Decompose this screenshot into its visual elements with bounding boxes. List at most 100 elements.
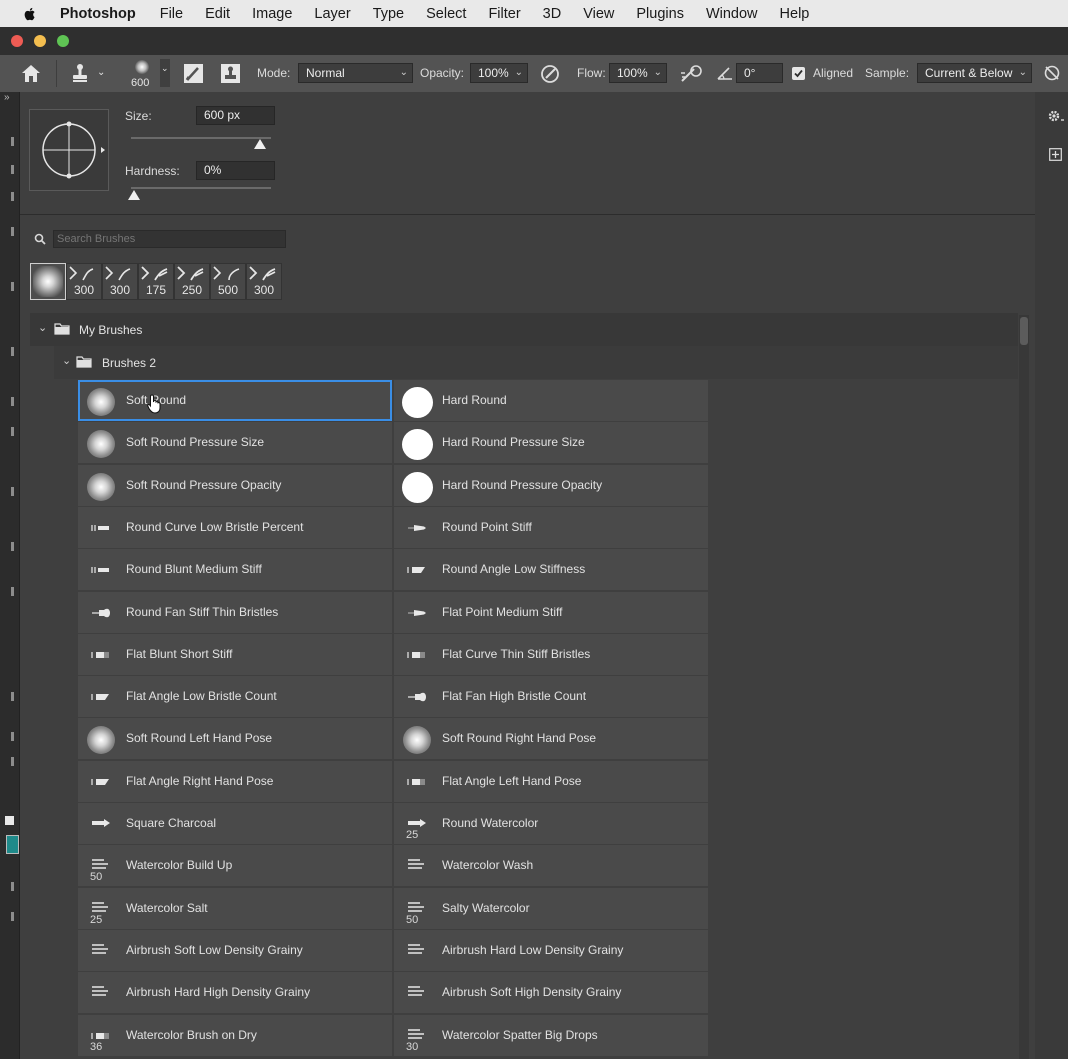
sample-dropdown[interactable]: Current & Below ⌄ [917, 63, 1032, 83]
tool-marker[interactable] [11, 165, 14, 174]
airbrush-icon[interactable] [679, 63, 703, 85]
hardness-slider-handle[interactable] [128, 190, 140, 200]
clone-stamp-tool-icon[interactable] [70, 63, 90, 83]
recent-brush[interactable]: 175 [138, 263, 174, 300]
home-icon[interactable] [21, 64, 41, 83]
brush-preset-item[interactable]: Round Blunt Medium Stiff [78, 549, 392, 590]
brush-preset-item[interactable]: Soft Round [78, 380, 392, 421]
pressure-opacity-icon[interactable] [539, 63, 561, 85]
menu-file[interactable]: File [160, 6, 183, 22]
tool-marker[interactable] [11, 882, 14, 891]
tool-marker[interactable] [11, 397, 14, 406]
mode-dropdown[interactable]: Normal ⌄ [298, 63, 413, 83]
app-menu[interactable]: Photoshop [60, 6, 136, 22]
ignore-adjustment-layers-icon[interactable] [1043, 64, 1061, 82]
clone-source-panel-icon[interactable] [220, 63, 241, 84]
brush-preset-picker[interactable]: 600 [122, 57, 162, 90]
folder-row-my-brushes[interactable]: ⌄ My Brushes [30, 313, 1018, 346]
brush-preset-item[interactable]: Round Angle Low Stiffness [394, 549, 708, 590]
brush-angle-preview[interactable] [29, 109, 109, 191]
brush-preset-item[interactable]: Hard Round Pressure Opacity [394, 465, 708, 506]
tool-marker[interactable] [11, 137, 14, 146]
tool-marker[interactable] [11, 732, 14, 741]
brush-preset-item[interactable]: Watercolor Spatter Big Drops 30 [394, 1015, 708, 1056]
tool-marker[interactable] [11, 757, 14, 766]
brush-preset-item[interactable]: Airbrush Soft High Density Grainy [394, 972, 708, 1013]
chevron-down-icon[interactable]: ⌄ [38, 321, 47, 334]
menu-edit[interactable]: Edit [205, 6, 230, 22]
brush-preset-item[interactable]: Flat Fan High Bristle Count [394, 676, 708, 717]
brush-preset-item[interactable]: Watercolor Brush on Dry 36 [78, 1015, 392, 1056]
tool-marker[interactable] [11, 227, 14, 236]
tool-marker[interactable] [11, 542, 14, 551]
zoom-window-button[interactable] [57, 35, 69, 47]
menu-select[interactable]: Select [426, 6, 466, 22]
brush-preset-item[interactable]: Soft Round Right Hand Pose [394, 718, 708, 759]
recent-brush[interactable]: 300 [246, 263, 282, 300]
brush-preset-item[interactable]: Round Watercolor 25 [394, 803, 708, 844]
menu-filter[interactable]: Filter [488, 6, 520, 22]
chevron-down-icon[interactable]: ⌄ [62, 354, 71, 367]
brush-preset-item[interactable]: Round Point Stiff [394, 507, 708, 548]
tool-marker[interactable] [11, 912, 14, 921]
brush-preset-item[interactable]: Round Curve Low Bristle Percent [78, 507, 392, 548]
foreground-color-swatch[interactable] [6, 835, 19, 854]
brush-preset-item[interactable]: Soft Round Pressure Size [78, 422, 392, 463]
opacity-field[interactable]: 100% ⌄ [470, 63, 528, 83]
apple-icon[interactable] [22, 6, 38, 22]
recent-brush-current[interactable] [30, 263, 66, 300]
menu-window[interactable]: Window [706, 6, 758, 22]
recent-brush[interactable]: 250 [174, 263, 210, 300]
brush-preset-item[interactable]: Salty Watercolor 50 [394, 888, 708, 929]
brush-preset-item[interactable]: Watercolor Salt 25 [78, 888, 392, 929]
recent-brush[interactable]: 300 [66, 263, 102, 300]
brush-preset-item[interactable]: Square Charcoal [78, 803, 392, 844]
tool-marker[interactable] [11, 282, 14, 291]
hardness-field[interactable]: 0% [196, 161, 275, 180]
brush-angle-field[interactable]: 0° [736, 63, 783, 83]
brush-preset-item[interactable]: Flat Curve Thin Stiff Bristles [394, 634, 708, 675]
aligned-checkbox[interactable] [792, 67, 805, 80]
tool-marker[interactable] [11, 192, 14, 201]
brush-preset-dropdown[interactable]: ⌄ [160, 59, 170, 87]
brush-preset-item[interactable]: Soft Round Pressure Opacity [78, 465, 392, 506]
folder-row-brushes-2[interactable]: ⌄ Brushes 2 [54, 346, 1018, 379]
brush-preset-item[interactable]: Airbrush Hard Low Density Grainy [394, 930, 708, 971]
size-slider-handle[interactable] [253, 139, 266, 149]
hardness-slider-track[interactable] [131, 187, 271, 189]
tool-marker[interactable] [11, 427, 14, 436]
brush-preset-item[interactable]: Flat Angle Right Hand Pose [78, 761, 392, 802]
scrollbar-thumb[interactable] [1020, 317, 1028, 345]
gear-icon[interactable] [1048, 109, 1066, 123]
brush-list-scrollbar[interactable] [1019, 315, 1029, 1059]
chevron-down-icon[interactable]: ⌄ [97, 67, 105, 78]
brush-preset-item[interactable]: Airbrush Hard High Density Grainy [78, 972, 392, 1013]
menu-type[interactable]: Type [373, 6, 404, 22]
brush-preset-item[interactable]: Watercolor Build Up 50 [78, 845, 392, 886]
close-window-button[interactable] [11, 35, 23, 47]
new-brush-icon[interactable] [1049, 148, 1062, 161]
tool-marker[interactable] [11, 487, 14, 496]
search-brushes-input[interactable] [53, 230, 286, 248]
brush-preset-item[interactable]: Watercolor Wash [394, 845, 708, 886]
tool-marker[interactable] [11, 692, 14, 701]
size-field[interactable]: 600 px [196, 106, 275, 125]
brush-preset-item[interactable]: Hard Round [394, 380, 708, 421]
recent-brush[interactable]: 500 [210, 263, 246, 300]
menu-3d[interactable]: 3D [543, 6, 562, 22]
size-slider-track[interactable] [131, 137, 271, 139]
brush-preset-item[interactable]: Airbrush Soft Low Density Grainy [78, 930, 392, 971]
brush-preset-item[interactable]: Flat Point Medium Stiff [394, 592, 708, 633]
brush-preset-item[interactable]: Round Fan Stiff Thin Bristles [78, 592, 392, 633]
flow-field[interactable]: 100% ⌄ [609, 63, 667, 83]
brush-preset-item[interactable]: Soft Round Left Hand Pose [78, 718, 392, 759]
menu-layer[interactable]: Layer [314, 6, 350, 22]
brush-settings-panel-icon[interactable] [183, 63, 204, 84]
menu-image[interactable]: Image [252, 6, 292, 22]
tool-marker[interactable] [11, 587, 14, 596]
menu-plugins[interactable]: Plugins [636, 6, 684, 22]
brush-preset-item[interactable]: Flat Angle Low Bristle Count [78, 676, 392, 717]
brush-preset-item[interactable]: Flat Blunt Short Stiff [78, 634, 392, 675]
menu-view[interactable]: View [583, 6, 614, 22]
menu-help[interactable]: Help [780, 6, 810, 22]
